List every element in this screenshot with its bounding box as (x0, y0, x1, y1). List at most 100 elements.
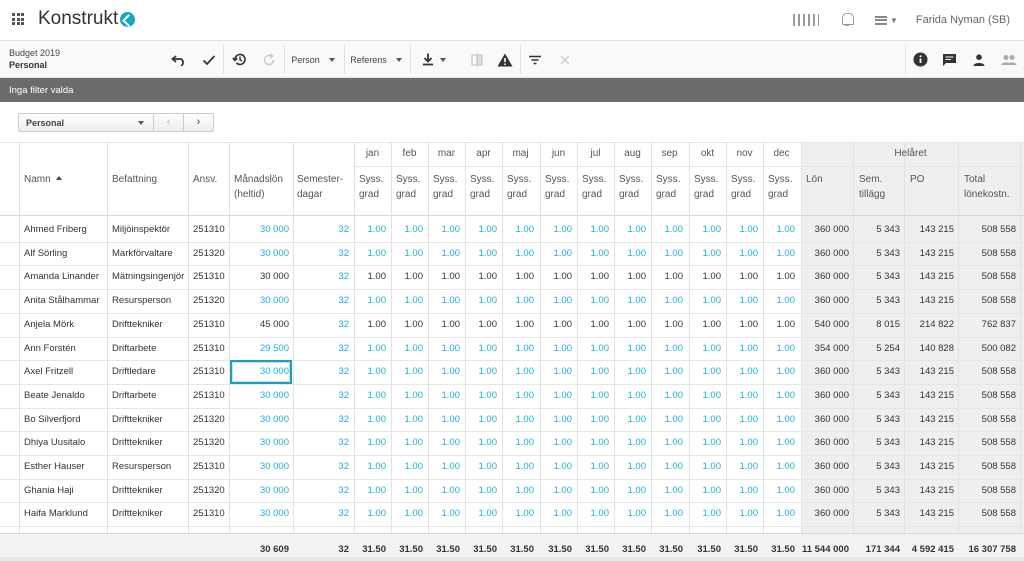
cell-name[interactable]: Anjela Mörk (24, 319, 74, 331)
cell-syss-aug[interactable]: 1.00 (614, 366, 647, 378)
cell-syss-maj[interactable]: 1.00 (502, 224, 535, 236)
cell-syss-jan[interactable]: 1.00 (354, 224, 387, 236)
cell-syss-nov[interactable]: 1.00 (726, 295, 759, 307)
cell-syss-mar[interactable]: 1.00 (428, 295, 461, 307)
cell-syss-okt[interactable]: 1.00 (689, 437, 722, 449)
horizontal-scrollbar[interactable] (0, 557, 1024, 561)
cell-syss-maj[interactable]: 1.00 (502, 485, 535, 497)
cell-syss-sep[interactable]: 1.00 (651, 248, 684, 260)
cell-syss-jul[interactable]: 1.00 (577, 437, 610, 449)
cell-name[interactable]: Ann Forstén (24, 343, 76, 355)
cell-lon[interactable]: 360 000 (801, 224, 849, 236)
cell-salary[interactable]: 45 000 (229, 319, 289, 331)
group-button[interactable] (997, 41, 1021, 78)
cell-syss-dec[interactable]: 1.00 (763, 224, 796, 236)
month-header-jun[interactable]: jun (540, 148, 577, 159)
cell-syss-nov[interactable]: 1.00 (726, 390, 759, 402)
cell-syss-maj[interactable]: 1.00 (502, 295, 535, 307)
month-header-jan[interactable]: jan (354, 148, 391, 159)
cell-title[interactable]: Drifttekniker (112, 508, 163, 520)
cell-syss-apr[interactable]: 1.00 (465, 224, 498, 236)
cell-lon[interactable]: 360 000 (801, 508, 849, 520)
cell-syss-maj[interactable]: 1.00 (502, 366, 535, 378)
cell-name[interactable]: Ahmed Friberg (24, 224, 87, 236)
redo-button[interactable] (258, 41, 280, 78)
cell-syss-feb[interactable]: 1.00 (391, 319, 424, 331)
cell-syss-okt[interactable]: 1.00 (689, 414, 722, 426)
cell-syss-aug[interactable]: 1.00 (614, 390, 647, 402)
cell-syss-aug[interactable]: 1.00 (614, 437, 647, 449)
cell-syss-jun[interactable]: 1.00 (540, 366, 573, 378)
cell-salary[interactable]: 30 000 (229, 508, 289, 520)
cell-syss-sep[interactable]: 1.00 (651, 295, 684, 307)
cell-total[interactable]: 508 558 (958, 485, 1016, 497)
cell-syss-jun[interactable]: 1.00 (540, 485, 573, 497)
bell-icon[interactable] (841, 13, 854, 27)
cell-title[interactable]: Driftledare (112, 366, 156, 378)
cell-ansv[interactable]: 251320 (193, 437, 225, 449)
cell-name[interactable]: Haifa Marklund (24, 508, 88, 520)
cell-syss-mar[interactable]: 1.00 (428, 319, 461, 331)
cell-ansv[interactable]: 251320 (193, 295, 225, 307)
cell-syss-nov[interactable]: 1.00 (726, 271, 759, 283)
syss-grad-header[interactable]: Syss. grad (359, 172, 383, 202)
cell-syss-jun[interactable]: 1.00 (540, 414, 573, 426)
cell-syss-jun[interactable]: 1.00 (540, 390, 573, 402)
title-header[interactable]: Befattning (112, 172, 157, 187)
cell-title[interactable]: Drifttekniker (112, 485, 163, 497)
cell-name[interactable]: Bo Silverfjord (24, 414, 81, 426)
cell-syss-jul[interactable]: 1.00 (577, 366, 610, 378)
cell-syss-jul[interactable]: 1.00 (577, 485, 610, 497)
month-header-sep[interactable]: sep (651, 148, 688, 159)
cell-syss-mar[interactable]: 1.00 (428, 461, 461, 473)
cell-syss-apr[interactable]: 1.00 (465, 366, 498, 378)
cell-syss-aug[interactable]: 1.00 (614, 224, 647, 236)
cell-salary[interactable]: 30 000 (229, 414, 289, 426)
cell-name[interactable]: Alf Sörling (24, 248, 67, 260)
syss-grad-header[interactable]: Syss. grad (396, 172, 420, 202)
cell-syss-feb[interactable]: 1.00 (391, 414, 424, 426)
cell-syss-dec[interactable]: 1.00 (763, 461, 796, 473)
cell-syss-okt[interactable]: 1.00 (689, 271, 722, 283)
cell-total[interactable]: 508 558 (958, 271, 1016, 283)
cell-syss-jul[interactable]: 1.00 (577, 295, 610, 307)
cell-vacation-days[interactable]: 32 (293, 437, 349, 449)
syss-grad-header[interactable]: Syss. grad (582, 172, 606, 202)
cell-name[interactable]: Dhiya Uusitalo (24, 437, 85, 449)
cell-title[interactable]: Resursperson (112, 461, 171, 473)
cell-syss-aug[interactable]: 1.00 (614, 508, 647, 520)
cell-ansv[interactable]: 251320 (193, 248, 225, 260)
cell-syss-apr[interactable]: 1.00 (465, 248, 498, 260)
cell-po[interactable]: 140 828 (904, 343, 954, 355)
cell-syss-jul[interactable]: 1.00 (577, 461, 610, 473)
cell-lon[interactable]: 360 000 (801, 485, 849, 497)
cell-ansv[interactable]: 251310 (193, 271, 225, 283)
cell-syss-jul[interactable]: 1.00 (577, 414, 610, 426)
cell-syss-sep[interactable]: 1.00 (651, 485, 684, 497)
cell-ansv[interactable]: 251310 (193, 343, 225, 355)
cell-total[interactable]: 500 082 (958, 343, 1016, 355)
cell-syss-mar[interactable]: 1.00 (428, 414, 461, 426)
compare-button[interactable] (466, 41, 488, 78)
month-header-nov[interactable]: nov (726, 148, 763, 159)
cell-po[interactable]: 143 215 (904, 414, 954, 426)
cell-salary[interactable]: 30 000 (229, 437, 289, 449)
cell-syss-aug[interactable]: 1.00 (614, 461, 647, 473)
cell-syss-feb[interactable]: 1.00 (391, 461, 424, 473)
cell-po[interactable]: 143 215 (904, 224, 954, 236)
cell-vacation-days[interactable]: 32 (293, 271, 349, 283)
cell-syss-jun[interactable]: 1.00 (540, 343, 573, 355)
cell-syss-aug[interactable]: 1.00 (614, 414, 647, 426)
cell-sem-tillagg[interactable]: 5 343 (853, 390, 900, 402)
cell-syss-jul[interactable]: 1.00 (577, 319, 610, 331)
cell-sem-tillagg[interactable]: 5 343 (853, 485, 900, 497)
cell-title[interactable]: Resursperson (112, 295, 171, 307)
cell-syss-aug[interactable]: 1.00 (614, 485, 647, 497)
cell-syss-maj[interactable]: 1.00 (502, 343, 535, 355)
cell-syss-jul[interactable]: 1.00 (577, 508, 610, 520)
cell-syss-sep[interactable]: 1.00 (651, 390, 684, 402)
cell-title[interactable]: Drifttekniker (112, 437, 163, 449)
referens-dropdown[interactable]: Referens (346, 41, 406, 78)
cell-syss-sep[interactable]: 1.00 (651, 461, 684, 473)
cell-syss-jan[interactable]: 1.00 (354, 461, 387, 473)
